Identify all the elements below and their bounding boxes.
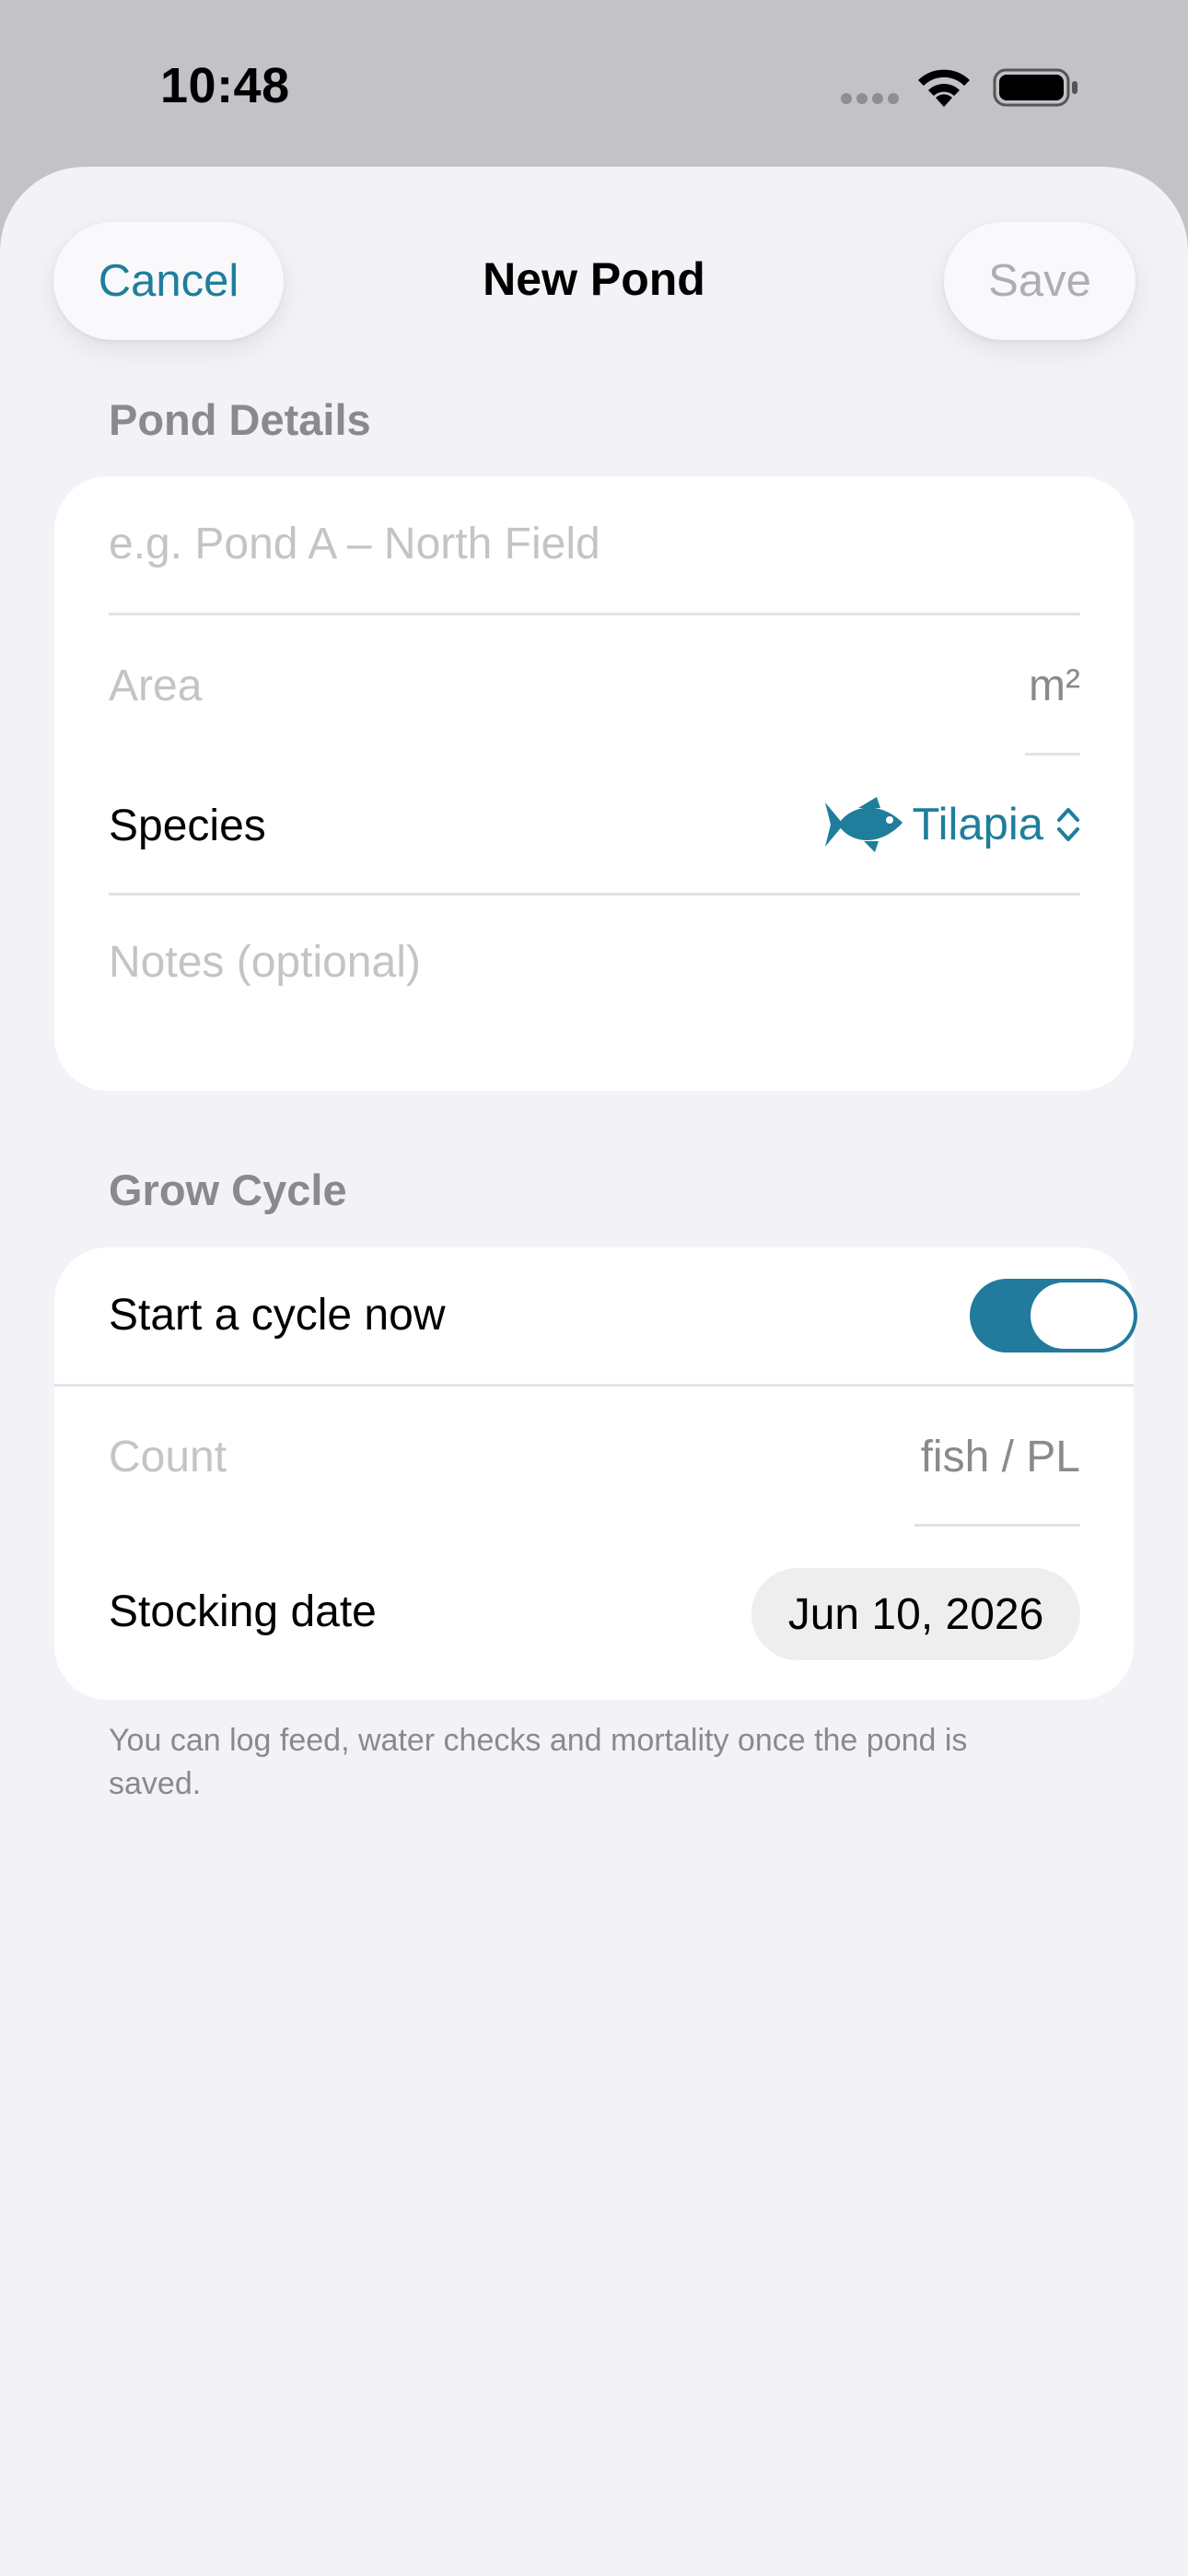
- species-value: Tilapia: [912, 800, 1043, 849]
- section-header-pond-details: Pond Details: [109, 395, 371, 444]
- area-unit: m²: [1029, 662, 1080, 710]
- pond-name-placeholder: e.g. Pond A – North Field: [109, 520, 600, 568]
- count-unit: fish / PL: [920, 1433, 1080, 1481]
- start-cycle-row: Start a cycle now: [109, 1290, 1080, 1354]
- grow-cycle-card: Start a cycle now Count fish / PL Stocki…: [54, 1247, 1137, 1700]
- pond-details-card: e.g. Pond A – North Field Area m² Specie…: [54, 476, 1134, 1091]
- area-field[interactable]: Area m²: [109, 661, 1080, 771]
- status-bar: 10:48: [0, 0, 1188, 166]
- chevron-up-down-icon: [1057, 808, 1079, 841]
- toggle-knob: [1031, 1282, 1134, 1349]
- notes-placeholder: Notes (optional): [109, 938, 421, 987]
- status-time: 10:48: [160, 58, 290, 113]
- start-cycle-label: Start a cycle now: [109, 1291, 446, 1340]
- start-cycle-toggle[interactable]: [970, 1279, 1137, 1352]
- footnote: You can log feed, water checks and morta…: [109, 1723, 968, 1801]
- battery-icon: [993, 68, 1077, 107]
- count-placeholder: Count: [109, 1433, 227, 1481]
- stocking-date-picker[interactable]: Jun 10, 2026: [751, 1568, 1080, 1660]
- stocking-date-label: Stocking date: [109, 1587, 377, 1636]
- section-header-grow-cycle: Grow Cycle: [109, 1165, 347, 1214]
- divider: [109, 893, 1080, 896]
- fish-icon: [825, 797, 903, 852]
- species-row[interactable]: Species Tilapia: [109, 797, 1080, 865]
- divider: [54, 1384, 1134, 1387]
- cellular-signal-icon: [841, 93, 899, 104]
- wifi-icon: [918, 69, 970, 107]
- species-picker[interactable]: Tilapia: [823, 795, 1080, 854]
- species-label: Species: [109, 802, 266, 850]
- area-placeholder: Area: [109, 662, 203, 710]
- notes-field[interactable]: Notes (optional): [109, 937, 1080, 1048]
- save-button[interactable]: Save: [944, 222, 1136, 340]
- area-unit-underline: [1025, 753, 1080, 755]
- stocking-date-row: Stocking date Jun 10, 2026: [109, 1568, 1080, 1660]
- count-field[interactable]: Count fish / PL: [109, 1432, 1080, 1542]
- count-unit-underline: [914, 1524, 1080, 1527]
- pond-name-field[interactable]: e.g. Pond A – North Field: [109, 519, 1080, 574]
- divider: [109, 613, 1080, 615]
